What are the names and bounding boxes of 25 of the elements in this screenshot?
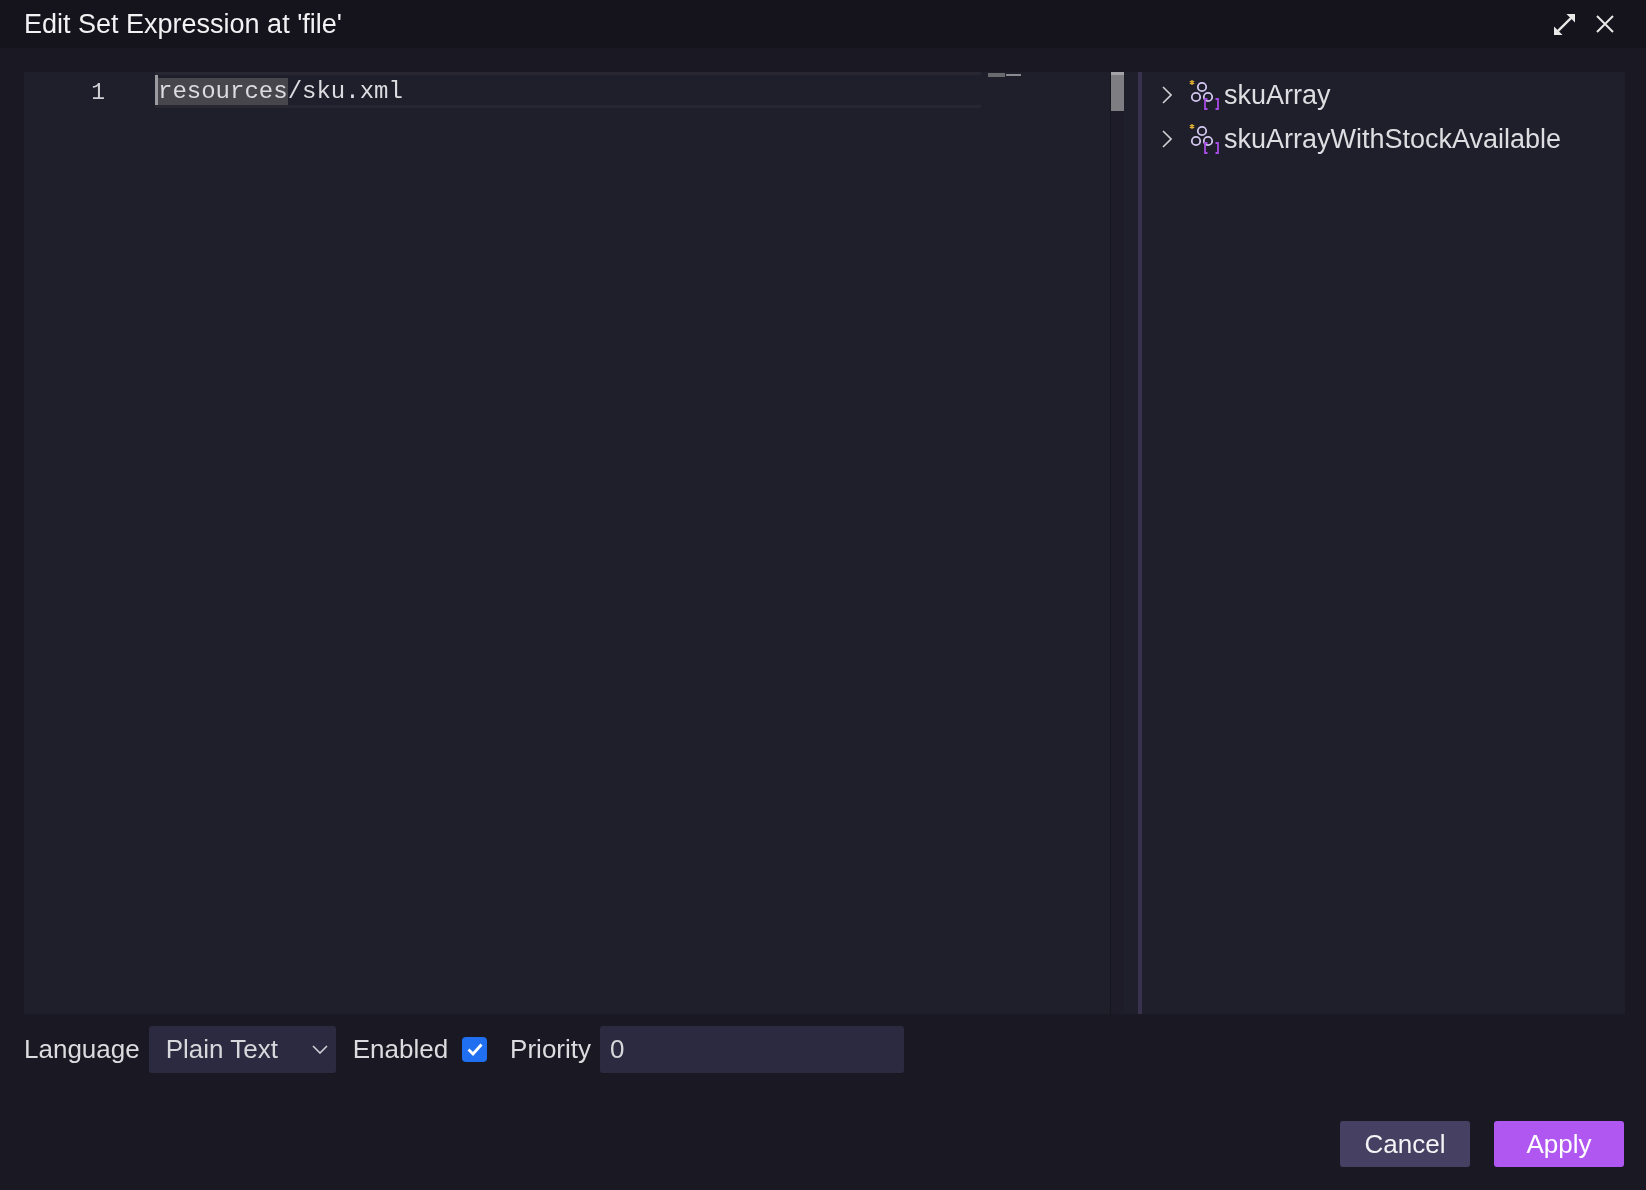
code-text: resources/sku.xml — [158, 77, 403, 105]
dialog-title: Edit Set Expression at 'file' — [24, 8, 342, 40]
chevron-icon[interactable] — [1162, 86, 1172, 104]
language-select[interactable]: Plain Text — [148, 1026, 336, 1073]
tree-item[interactable]: skuArray — [1162, 73, 1331, 117]
expand-icon[interactable] — [1554, 13, 1575, 35]
minimap[interactable] — [988, 73, 1021, 77]
chevron-icon[interactable] — [1162, 130, 1172, 148]
enabled-label: Enabled — [352, 1034, 449, 1065]
scrollbar[interactable] — [1110, 72, 1124, 1014]
priority-field[interactable]: 0 — [600, 1026, 904, 1073]
scrollbar-thumb[interactable] — [1111, 72, 1124, 111]
chevron-down-icon — [311, 1045, 328, 1054]
variable-icon — [1189, 124, 1219, 154]
code-editor[interactable]: 1 resources/sku.xml — [24, 72, 1142, 1014]
apply-button[interactable]: Apply — [1494, 1121, 1624, 1167]
checkmark-icon — [466, 1043, 483, 1056]
cancel-button[interactable]: Cancel — [1340, 1121, 1470, 1167]
priority-label: Priority — [510, 1034, 591, 1065]
enabled-checkbox[interactable] — [462, 1037, 488, 1062]
line-number: 1 — [91, 79, 105, 108]
variable-icon — [1189, 80, 1219, 110]
close-icon[interactable] — [1596, 15, 1614, 33]
language-label: Language — [24, 1034, 140, 1065]
tree-item[interactable]: skuArrayWithStockAvailable — [1162, 117, 1562, 161]
